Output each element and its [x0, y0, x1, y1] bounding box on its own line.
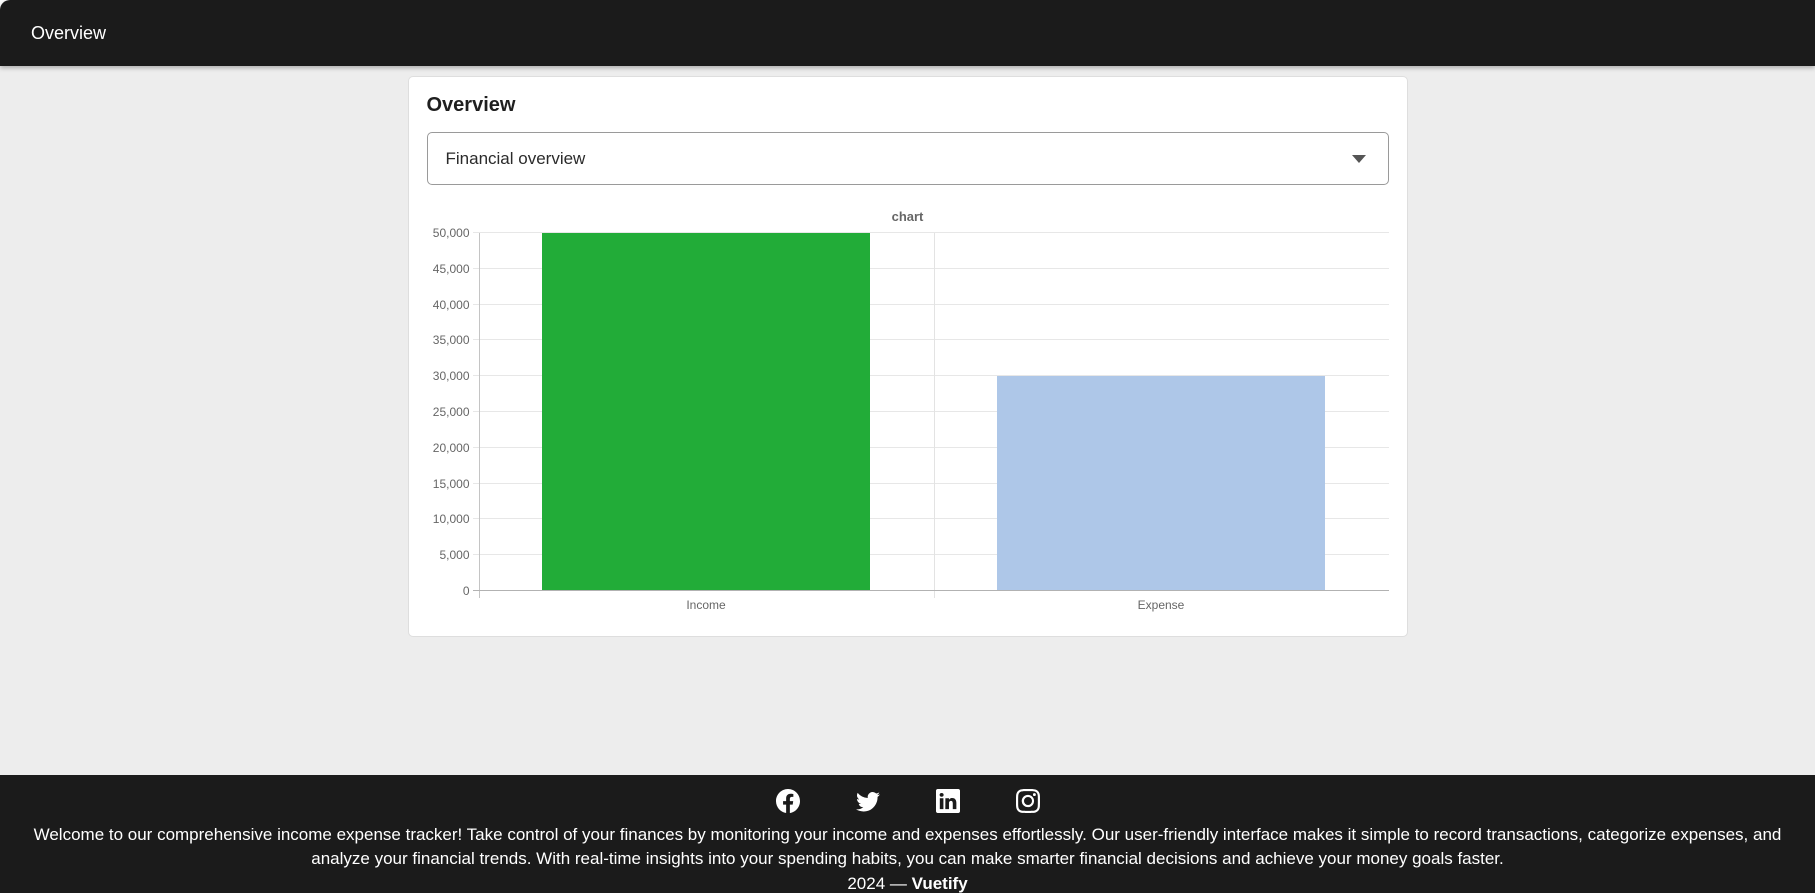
y-tick-label: 5,000 [439, 548, 470, 563]
twitter-icon [855, 791, 880, 812]
category-separator [933, 233, 935, 598]
facebook-icon [775, 789, 800, 813]
footer: Welcome to our comprehensive income expe… [0, 775, 1815, 893]
chart: chart 0 5,000 10,000 15,000 20,000 25,000 30,0… [427, 209, 1389, 618]
y-tick-label: 40,000 [432, 297, 470, 312]
facebook-link[interactable] [775, 788, 801, 814]
chart-x-axis: Income Expense [479, 598, 1389, 618]
y-tick-label: 45,000 [432, 261, 470, 276]
chart-y-axis: 0 5,000 10,000 15,000 20,000 25,000 30,000 35,0… [427, 227, 479, 597]
y-tick-label: 35,000 [432, 333, 470, 348]
chart-plot[interactable] [472, 232, 1389, 598]
y-tick-label: 50,000 [432, 226, 470, 240]
y-tick-label: 20,000 [432, 440, 470, 455]
overview-card: Overview Financial overview chart 0 5,000… [407, 76, 1408, 637]
app-bar: Overview [0, 0, 1815, 66]
footer-description: Welcome to our comprehensive income expe… [33, 825, 1782, 868]
brand-name: Vuetify [911, 874, 968, 893]
x-tick-label: Expense [1137, 598, 1185, 612]
linkedin-icon [935, 789, 960, 813]
instagram-link[interactable] [1015, 788, 1041, 814]
social-icons-row [0, 788, 1815, 814]
linkedin-link[interactable] [935, 788, 961, 814]
y-tick-label: 0 [462, 584, 470, 598]
main-content: Overview Financial overview chart 0 5,000… [0, 66, 1815, 775]
gridline [472, 590, 1389, 591]
card-title: Overview [426, 94, 516, 116]
y-axis-line [478, 233, 480, 598]
app-bar-title: Overview [31, 22, 107, 43]
y-tick-label: 30,000 [432, 369, 470, 384]
instagram-icon [1015, 789, 1040, 813]
select-value: Financial overview [445, 148, 586, 168]
bar-expense[interactable] [997, 376, 1325, 591]
footer-copyright: 2024 — Vuetify [0, 872, 1815, 893]
chart-body: 0 5,000 10,000 15,000 20,000 25,000 30,000 35,0… [427, 227, 1389, 598]
y-tick-label: 10,000 [432, 512, 470, 527]
overview-select[interactable]: Financial overview [426, 132, 1389, 185]
y-tick-label: 15,000 [432, 476, 470, 491]
twitter-link[interactable] [855, 788, 881, 814]
y-tick-label: 25,000 [432, 405, 470, 419]
x-tick-label: Income [686, 598, 726, 612]
copyright-year: 2024 — [847, 874, 912, 893]
chart-title: chart [891, 209, 924, 224]
chevron-down-icon [1351, 154, 1366, 163]
bar-income[interactable] [542, 233, 870, 591]
